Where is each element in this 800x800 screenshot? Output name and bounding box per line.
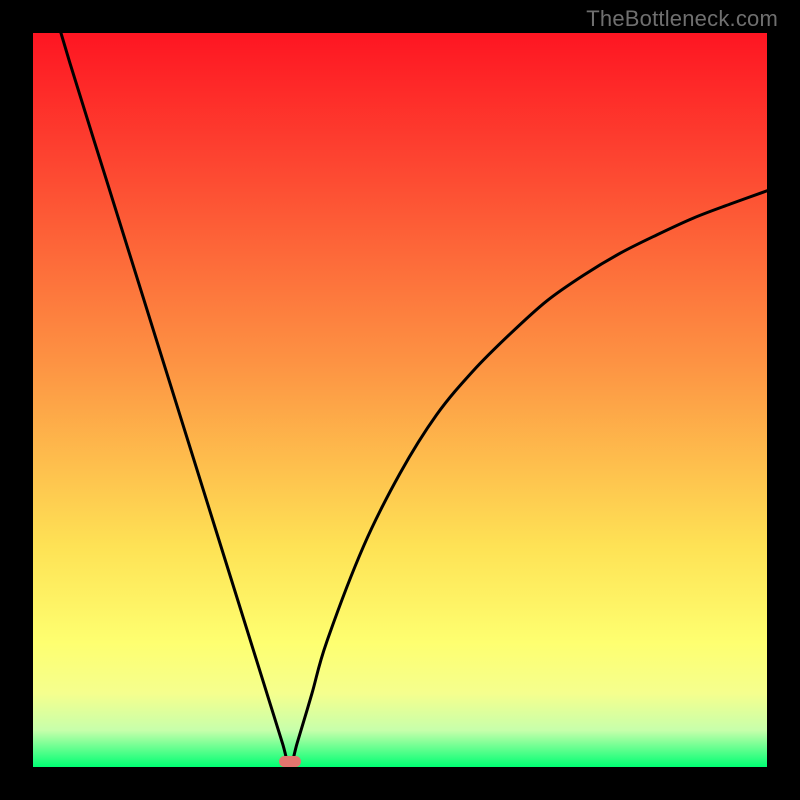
optimal-marker <box>279 756 301 767</box>
bottleneck-curve <box>33 33 767 767</box>
chart-frame <box>33 33 767 767</box>
watermark-text: TheBottleneck.com <box>586 6 778 32</box>
